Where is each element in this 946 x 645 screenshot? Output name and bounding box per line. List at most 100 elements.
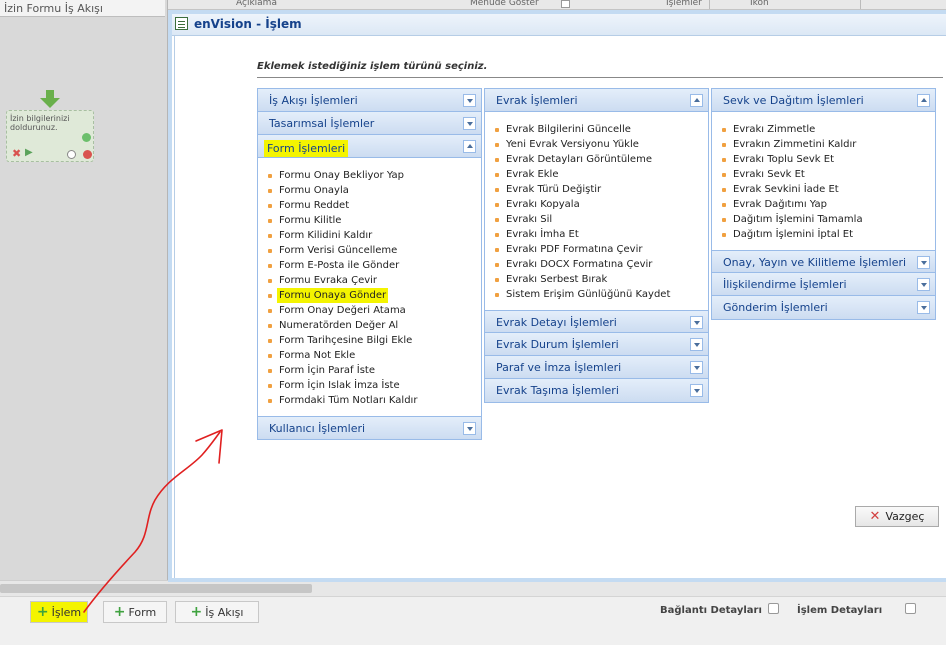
list-item[interactable]: Form Kilidini Kaldır [268, 228, 481, 243]
list-item[interactable]: Evrakı DOCX Formatına Çevir [495, 257, 708, 272]
panel-evrak-detayi-islemleri[interactable]: Evrak Detayı İşlemleri [485, 310, 708, 333]
bullet-icon [268, 383, 272, 388]
expand-toggle-icon[interactable] [690, 316, 703, 329]
scrollbar-thumb[interactable] [0, 584, 312, 593]
add-islem-button[interactable]: + İşlem [30, 601, 88, 623]
panel-title: İlişkilendirme İşlemleri [723, 278, 847, 291]
bullet-icon [268, 188, 272, 193]
list-item[interactable]: Form Verisi Güncelleme [268, 243, 481, 258]
islem-detaylari-checkbox[interactable] [905, 603, 916, 614]
list-item[interactable]: Formu Evraka Çevir [268, 273, 481, 288]
expand-toggle-icon[interactable] [917, 278, 930, 291]
list-item[interactable]: Evrakı Serbest Bırak [495, 272, 708, 287]
col-header-menude-goster: Menüde Göster [470, 0, 539, 8]
expand-toggle-icon[interactable] [463, 422, 476, 435]
column-2: Evrak İşlemleri Evrak Bilgilerini Güncel… [484, 88, 709, 403]
expand-toggle-icon[interactable] [690, 361, 703, 374]
cancel-button[interactable]: ✕ Vazgeç [855, 506, 939, 527]
panel-sevk-ve-dagitim-islemleri[interactable]: Sevk ve Dağıtım İşlemleri [712, 89, 935, 112]
expand-toggle-icon[interactable] [690, 338, 703, 351]
item-label: Evrakı Sevk Et [733, 169, 805, 180]
expand-toggle-icon[interactable] [463, 117, 476, 130]
add-is-akisi-button[interactable]: + İş Akışı [175, 601, 259, 623]
item-label: Sistem Erişim Günlüğünü Kaydet [506, 289, 671, 300]
list-item[interactable]: Dağıtım İşlemini İptal Et [722, 227, 935, 242]
item-label: Evrakı Serbest Bırak [506, 274, 608, 285]
panel-is-akisi-islemleri[interactable]: İş Akışı İşlemleri [258, 89, 481, 112]
collapse-toggle-icon[interactable] [463, 140, 476, 153]
list-item-formu-onaya-gonder[interactable]: Formu Onaya Gönder [268, 288, 481, 303]
bullet-icon [268, 353, 272, 358]
bullet-icon [722, 217, 726, 222]
list-item[interactable]: Evrakı Sil [495, 212, 708, 227]
panel-onay-yayin-kilitleme-islemleri[interactable]: Onay, Yayın ve Kilitleme İşlemleri [712, 250, 935, 273]
list-item[interactable]: Evrakı Sevk Et [722, 167, 935, 182]
list-item[interactable]: Evrakı İmha Et [495, 227, 708, 242]
panel-kullanici-islemleri[interactable]: Kullanıcı İşlemleri [258, 416, 481, 439]
list-item[interactable]: Evrak Dağıtımı Yap [722, 197, 935, 212]
stop-icon[interactable] [83, 150, 92, 159]
item-label: Evrakın Zimmetini Kaldır [733, 139, 857, 150]
ikon-dropdown[interactable] [860, 0, 870, 9]
list-item[interactable]: Evrakı Toplu Sevk Et [722, 152, 935, 167]
list-item[interactable]: Evrakı Kopyala [495, 197, 708, 212]
item-label: Evrakı PDF Formatına Çevir [506, 244, 643, 255]
list-item[interactable]: Formu Reddet [268, 198, 481, 213]
item-label: Form Onay Değeri Atama [279, 305, 406, 316]
list-item[interactable]: Formu Kilitle [268, 213, 481, 228]
menude-goster-checkbox[interactable] [561, 0, 570, 8]
list-item[interactable]: Form İçin Islak İmza İste [268, 378, 481, 393]
form-icon [175, 17, 188, 30]
workflow-node[interactable]: İzin bilgilerinizi doldurunuz. ✖ ▶ [6, 110, 94, 162]
divider [257, 77, 943, 78]
collapse-toggle-icon[interactable] [917, 94, 930, 107]
column-3: Sevk ve Dağıtım İşlemleri Evrakı Zimmetl… [711, 88, 936, 320]
panel-form-islemleri[interactable]: Form İşlemleri [258, 135, 481, 158]
delete-icon[interactable]: ✖ [12, 147, 21, 160]
item-label: Form Kilidini Kaldır [279, 230, 373, 241]
item-label: Evrak Detayları Görüntüleme [506, 154, 652, 165]
baglanti-detaylari-checkbox[interactable] [768, 603, 779, 614]
list-item[interactable]: Evrak Detayları Görüntüleme [495, 152, 708, 167]
add-form-button[interactable]: + Form [103, 601, 167, 623]
expand-toggle-icon[interactable] [690, 384, 703, 397]
list-item[interactable]: Evrak Ekle [495, 167, 708, 182]
islemler-dropdown[interactable] [709, 0, 719, 9]
list-item[interactable]: Yeni Evrak Versiyonu Yükle [495, 137, 708, 152]
panel-iliskilendirme-islemleri[interactable]: İlişkilendirme İşlemleri [712, 273, 935, 296]
list-item[interactable]: Dağıtım İşlemini Tamamla [722, 212, 935, 227]
panel-evrak-tasima-islemleri[interactable]: Evrak Taşıma İşlemleri [485, 379, 708, 402]
panel-evrak-islemleri[interactable]: Evrak İşlemleri [485, 89, 708, 112]
expand-toggle-icon[interactable] [463, 94, 476, 107]
list-item[interactable]: Evrakın Zimmetini Kaldır [722, 137, 935, 152]
item-label: Form İçin Islak İmza İste [279, 380, 400, 391]
clock-icon[interactable] [67, 150, 76, 159]
list-item[interactable]: Form Tarihçesine Bilgi Ekle [268, 333, 481, 348]
list-item[interactable]: Evrakı Zimmetle [722, 122, 935, 137]
list-item[interactable]: Forma Not Ekle [268, 348, 481, 363]
list-item[interactable]: Evrak Bilgilerini Güncelle [495, 122, 708, 137]
list-item[interactable]: Form İçin Paraf İste [268, 363, 481, 378]
list-item[interactable]: Evrak Türü Değiştir [495, 182, 708, 197]
panel-evrak-durum-islemleri[interactable]: Evrak Durum İşlemleri [485, 333, 708, 356]
list-item[interactable]: Formu Onay Bekliyor Yap [268, 168, 481, 183]
list-item[interactable]: Sistem Erişim Günlüğünü Kaydet [495, 287, 708, 302]
expand-toggle-icon[interactable] [917, 256, 930, 269]
dialog-titlebar[interactable]: enVision - İşlem [172, 14, 946, 36]
panel-tasarimsal-islemler[interactable]: Tasarımsal İşlemler [258, 112, 481, 135]
list-item[interactable]: Evrak Sevkini İade Et [722, 182, 935, 197]
list-item[interactable]: Form E-Posta ile Gönder [268, 258, 481, 273]
sevk-dagitim-list: Evrakı Zimmetle Evrakın Zimmetini Kaldır… [712, 112, 935, 250]
play-icon[interactable]: ▶ [25, 147, 33, 158]
dialog-body: Eklemek istediğiniz işlem türünü seçiniz… [174, 36, 946, 578]
panel-gonderim-islemleri[interactable]: Gönderim İşlemleri [712, 296, 935, 319]
horizontal-scrollbar[interactable] [0, 580, 946, 596]
expand-toggle-icon[interactable] [917, 301, 930, 314]
list-item[interactable]: Form Onay Değeri Atama [268, 303, 481, 318]
list-item[interactable]: Numeratörden Değer Al [268, 318, 481, 333]
list-item[interactable]: Formu Onayla [268, 183, 481, 198]
panel-paraf-ve-imza-islemleri[interactable]: Paraf ve İmza İşlemleri [485, 356, 708, 379]
collapse-toggle-icon[interactable] [690, 94, 703, 107]
list-item[interactable]: Evrakı PDF Formatına Çevir [495, 242, 708, 257]
list-item[interactable]: Formdaki Tüm Notları Kaldır [268, 393, 481, 408]
